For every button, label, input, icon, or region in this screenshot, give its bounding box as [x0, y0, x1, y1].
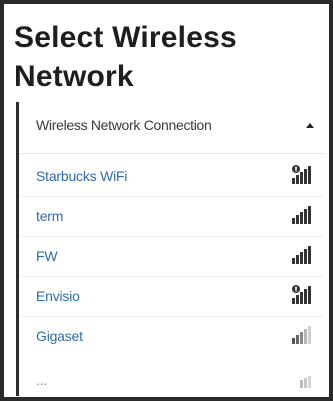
network-name: FW — [36, 248, 58, 264]
network-name: term — [36, 208, 64, 224]
network-item[interactable]: Envisio — [19, 278, 324, 316]
network-item[interactable]: term — [19, 198, 324, 236]
signal-full-icon — [292, 246, 311, 264]
network-item[interactable]: FW — [19, 238, 324, 276]
row-divider — [19, 276, 324, 277]
signal-weak-icon — [292, 326, 311, 344]
signal-weak-icon — [300, 376, 311, 388]
row-divider — [19, 236, 324, 237]
chevron-up-icon[interactable] — [300, 116, 320, 136]
row-divider — [19, 316, 324, 317]
network-item[interactable]: Gigaset — [19, 318, 324, 356]
signal-full-shield-icon — [292, 165, 311, 184]
row-divider — [19, 196, 324, 197]
page-title: Select Wireless Network — [14, 21, 237, 93]
network-item[interactable]: Starbucks WiFi — [19, 158, 324, 196]
network-name: Gigaset — [36, 328, 83, 344]
network-name: Starbucks WiFi — [36, 168, 128, 184]
network-name: Envisio — [36, 288, 80, 304]
network-item[interactable]: ... — [19, 362, 324, 396]
wireless-network-panel: Wireless Network Connection Starbucks Wi… — [16, 102, 324, 396]
network-name: ... — [36, 372, 48, 388]
panel-header-label: Wireless Network Connection — [36, 117, 212, 133]
signal-full-shield-icon — [292, 285, 311, 304]
signal-full-icon — [292, 206, 311, 224]
panel-header[interactable]: Wireless Network Connection — [19, 102, 324, 154]
